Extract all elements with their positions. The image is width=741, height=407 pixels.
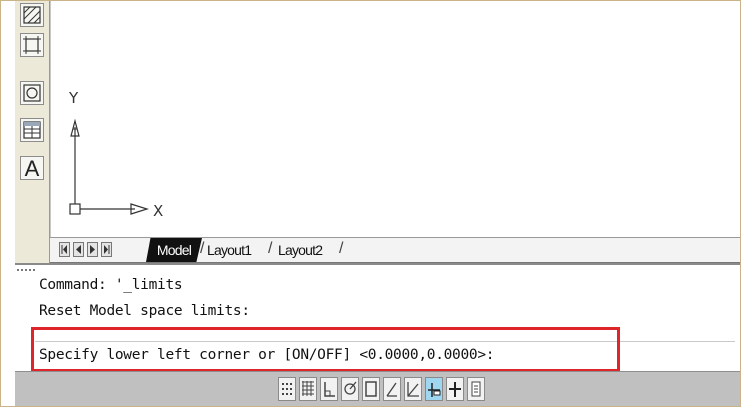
boundary-icon [23, 36, 41, 54]
tab-divider: / [268, 240, 273, 257]
quick-properties-button[interactable] [467, 377, 485, 401]
last-tab-icon [104, 245, 110, 254]
tab-layout2[interactable]: Layout2 [278, 238, 323, 262]
first-tab-icon [61, 245, 67, 254]
grid-display-icon [302, 381, 314, 396]
command-window[interactable]: Command: '_limits Reset Model space limi… [15, 263, 740, 373]
hatch-icon [23, 6, 41, 24]
status-bar [15, 371, 740, 406]
hatch-button[interactable] [20, 3, 44, 27]
snap-mode-icon [282, 383, 292, 395]
tab-divider: / [339, 240, 344, 257]
dynamic-ucs-icon [407, 382, 419, 397]
multiline-text-icon: A [24, 156, 40, 181]
multiline-text-button[interactable]: A [20, 156, 44, 181]
dynamic-input-button[interactable] [425, 377, 443, 401]
ucs-x-label: X [153, 202, 163, 220]
table-icon [23, 121, 41, 139]
dynamic-ucs-button[interactable] [404, 377, 422, 401]
polar-tracking-button[interactable] [341, 377, 359, 401]
model-space-canvas[interactable]: Y X [50, 1, 740, 263]
ucs-icon: Y X [68, 89, 163, 220]
last-tab-button[interactable] [101, 242, 112, 257]
layout-tab-bar: Model / Layout1 / Layout2 / [50, 237, 740, 263]
previous-tab-icon [76, 245, 81, 254]
object-snap-tracking-button[interactable] [383, 377, 401, 401]
dynamic-input-icon [428, 383, 441, 397]
prompt-highlight [31, 327, 620, 372]
next-tab-button[interactable] [87, 242, 98, 257]
first-tab-button[interactable] [59, 242, 70, 257]
autocad-window: A Y X Model / Layout1 / Layout2 / Comman… [0, 0, 741, 407]
lineweight-button[interactable] [446, 377, 464, 401]
command-window-grip[interactable] [17, 269, 35, 275]
grid-display-button[interactable] [299, 377, 317, 401]
ucs-y-label: Y [68, 89, 79, 107]
object-snap-tracking-icon [386, 382, 397, 397]
command-history-line: Command: '_limits [39, 277, 183, 293]
region-button[interactable] [20, 81, 44, 105]
draw-toolbar: A [15, 1, 50, 263]
table-button[interactable] [20, 118, 44, 142]
object-snap-icon [365, 381, 377, 397]
tab-layout1[interactable]: Layout1 [207, 238, 252, 262]
region-icon [23, 84, 41, 102]
tab-model[interactable]: Model [146, 238, 202, 262]
previous-tab-button[interactable] [73, 242, 84, 257]
boundary-button[interactable] [20, 33, 44, 57]
object-snap-button[interactable] [362, 377, 380, 401]
snap-mode-button[interactable] [278, 377, 296, 401]
next-tab-icon [90, 245, 95, 254]
ortho-mode-icon [324, 382, 335, 397]
command-history-line: Reset Model space limits: [39, 303, 250, 319]
quick-properties-icon [471, 381, 481, 397]
tab-divider: / [200, 240, 205, 257]
ortho-mode-button[interactable] [320, 377, 338, 401]
lineweight-icon [449, 382, 461, 397]
polar-tracking-icon [344, 381, 357, 395]
